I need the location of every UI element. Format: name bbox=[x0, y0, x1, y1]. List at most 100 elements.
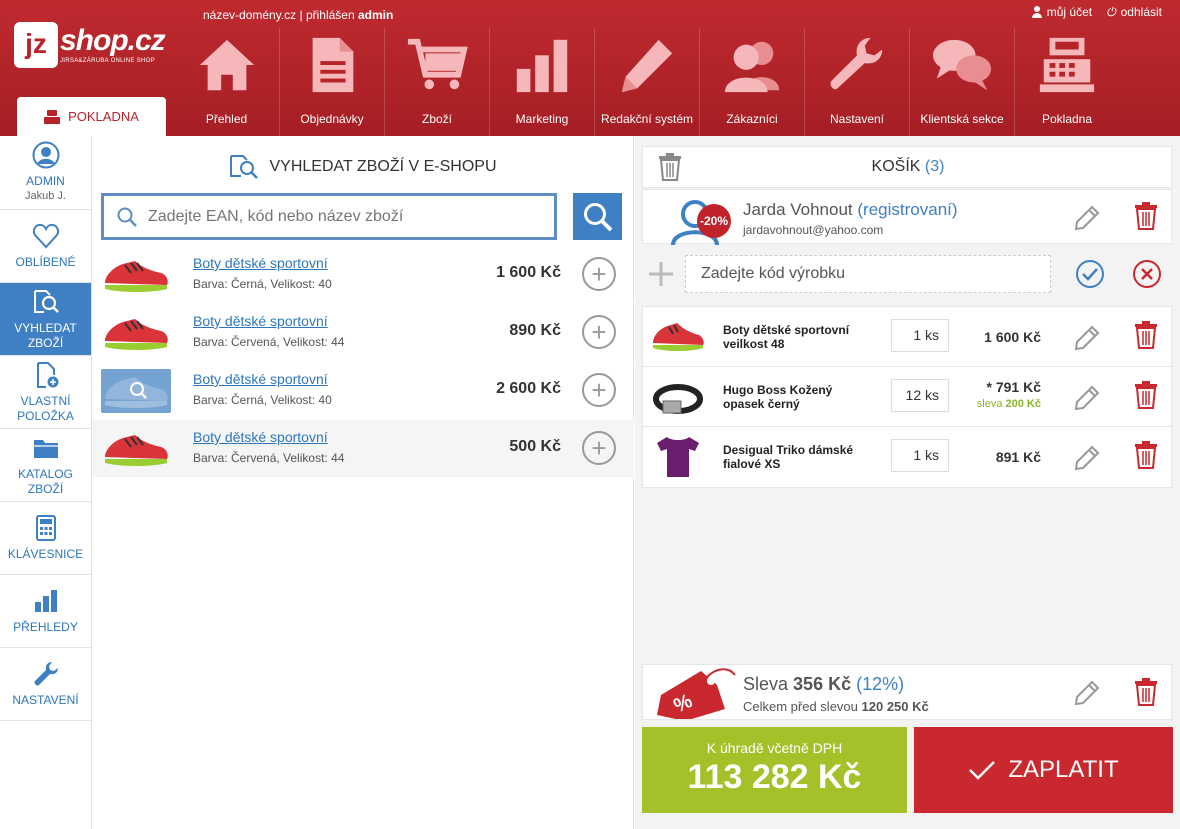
nav-zbozi[interactable]: Zboží bbox=[384, 28, 489, 136]
sidebar-item-vyhledat-zbozi[interactable]: VYHLEDAT ZBOŽÍ bbox=[0, 283, 91, 356]
search-title: VYHLEDAT ZBOŽÍ V E-SHOPU bbox=[92, 154, 634, 180]
total-amount: 113 282 Kč bbox=[687, 758, 862, 796]
quantity-field[interactable]: 1 ks bbox=[891, 319, 949, 352]
top-header: jz shop.cz JIRSA&ZÁRUBA ONLINE SHOP náze… bbox=[0, 0, 1180, 136]
plus-icon: + bbox=[591, 375, 607, 405]
sidebar-item-label: OBLÍBENÉ bbox=[15, 255, 76, 269]
admin-name: Jakub J. bbox=[25, 190, 66, 202]
shoe-image bbox=[105, 261, 168, 292]
delete-trash-icon[interactable] bbox=[1134, 678, 1158, 706]
sidebar-item-vlastni-polozka[interactable]: VLASTNÍ POLOŽKA bbox=[0, 356, 91, 429]
edit-pencil-icon[interactable] bbox=[1073, 679, 1101, 707]
sidebar-item-klavesnice[interactable]: KLÁVESNICE bbox=[0, 502, 91, 575]
product-code-input[interactable]: Zadejte kód výrobku bbox=[685, 255, 1051, 293]
edit-pencil-icon[interactable] bbox=[1073, 324, 1101, 352]
checkmark-icon bbox=[969, 761, 996, 780]
delete-trash-icon[interactable] bbox=[1134, 202, 1158, 230]
product-name-link[interactable]: Boty dětské sportovní bbox=[193, 371, 328, 387]
result-row[interactable]: Boty dětské sportovní Barva: Červená, Ve… bbox=[92, 304, 634, 362]
delete-trash-icon[interactable] bbox=[1134, 321, 1158, 349]
nav-prehled[interactable]: Přehled bbox=[174, 28, 279, 136]
product-name-link[interactable]: Boty dětské sportovní bbox=[193, 255, 328, 271]
search-input[interactable] bbox=[148, 207, 538, 226]
quantity-field[interactable]: 1 ks bbox=[891, 439, 949, 472]
sidebar-item-katalog-zbozi[interactable]: KATALOG ZBOŽÍ bbox=[0, 429, 91, 502]
my-account-label: můj účet bbox=[1046, 5, 1093, 19]
my-account-link[interactable]: můj účet bbox=[1031, 5, 1093, 19]
sidebar-item-label: PŘEHLEDY bbox=[13, 620, 78, 634]
discount-row: % Sleva 356 Kč (12%) Celkem před slevou … bbox=[642, 664, 1172, 720]
pay-button[interactable]: ZAPLATIT bbox=[914, 727, 1173, 813]
product-name-link[interactable]: Boty dětské sportovní bbox=[193, 429, 328, 445]
logo-subtitle: JIRSA&ZÁRUBA ONLINE SHOP bbox=[60, 58, 155, 64]
nav-label: Zákazníci bbox=[726, 112, 778, 126]
sidebar-admin[interactable]: ADMIN Jakub J. bbox=[0, 136, 91, 210]
delete-trash-icon[interactable] bbox=[1134, 441, 1158, 469]
product-name-link[interactable]: Boty dětské sportovní bbox=[193, 313, 328, 329]
cart-item: Boty dětské sportovní veilkost 48 1 ks 1… bbox=[643, 307, 1171, 367]
jzshop-logo[interactable]: jz shop.cz JIRSA&ZÁRUBA ONLINE SHOP bbox=[14, 22, 166, 70]
customer-row: -20% Jarda Vohnout (registrovaní) jardav… bbox=[642, 189, 1172, 245]
add-to-cart-button[interactable]: + bbox=[582, 315, 616, 349]
result-row[interactable]: Boty dětské sportovní Barva: Černá, Veli… bbox=[92, 246, 634, 304]
user-circle-icon bbox=[32, 141, 59, 169]
nav-label: Pokladna bbox=[1041, 112, 1093, 126]
edit-pencil-icon[interactable] bbox=[1073, 444, 1101, 472]
product-code-row: Zadejte kód výrobku bbox=[642, 246, 1172, 301]
quantity-field[interactable]: 12 ks bbox=[891, 379, 949, 412]
search-product-icon bbox=[230, 155, 259, 179]
sidebar-item-oblibene[interactable]: OBLÍBENÉ bbox=[0, 210, 91, 283]
product-thumbnail[interactable] bbox=[101, 369, 171, 413]
cash-register-icon bbox=[1039, 37, 1095, 93]
sidebar-item-label: POLOŽKA bbox=[17, 408, 74, 423]
nav-klientska-sekce[interactable]: Klientská sekce bbox=[909, 28, 1014, 136]
calculator-icon bbox=[35, 515, 56, 541]
confirm-check-icon[interactable] bbox=[1075, 259, 1105, 289]
cancel-x-icon[interactable] bbox=[1132, 259, 1162, 289]
sidebar-item-prehledy[interactable]: PŘEHLEDY bbox=[0, 575, 91, 648]
logged-user: admin bbox=[357, 8, 394, 22]
wrench-icon bbox=[830, 37, 883, 90]
nav-pokladna[interactable]: Pokladna bbox=[1014, 28, 1119, 136]
nav-redakcni-system[interactable]: Redakční systém bbox=[594, 28, 699, 136]
cart-count: (3) bbox=[924, 158, 945, 175]
cart-item-discount: sleva 200 Kč bbox=[977, 398, 1041, 410]
product-search-panel: VYHLEDAT ZBOŽÍ V E-SHOPU Boty dětské spo… bbox=[92, 136, 634, 829]
bar-chart-icon bbox=[516, 39, 568, 93]
add-to-cart-button[interactable]: + bbox=[582, 373, 616, 407]
tab-pokladna[interactable]: POKLADNA bbox=[17, 97, 166, 136]
add-to-cart-button[interactable]: + bbox=[582, 257, 616, 291]
admin-label: ADMIN bbox=[26, 174, 65, 188]
sidebar-item-label: VLASTNÍ bbox=[20, 393, 71, 408]
customer-discount-badge: -20% bbox=[697, 204, 731, 238]
add-to-cart-button[interactable]: + bbox=[582, 431, 616, 465]
product-price: 1 600 Kč bbox=[496, 264, 561, 281]
logout-link[interactable]: ⏻ odhlásit bbox=[1106, 5, 1162, 19]
discount-summary: Sleva 356 Kč (12%) bbox=[743, 674, 904, 695]
nav-objednavky[interactable]: Objednávky bbox=[279, 28, 384, 136]
sidebar-item-nastaveni[interactable]: NASTAVENÍ bbox=[0, 648, 91, 721]
plus-icon: + bbox=[591, 317, 607, 347]
nav-nastaveni[interactable]: Nastavení bbox=[804, 28, 909, 136]
nav-zakaznici[interactable]: Zákazníci bbox=[699, 28, 804, 136]
edit-pencil-icon[interactable] bbox=[1073, 204, 1101, 232]
sidebar-item-label: KATALOG bbox=[18, 466, 73, 481]
discount-tag-icon: % bbox=[657, 668, 736, 719]
result-row[interactable]: Boty dětské sportovní Barva: Černá, Veli… bbox=[92, 362, 634, 420]
result-row[interactable]: Boty dětské sportovní Barva: Červená, Ve… bbox=[92, 420, 634, 478]
edit-pencil-icon[interactable] bbox=[1073, 384, 1101, 412]
search-box bbox=[101, 193, 557, 240]
cart-items: Boty dětské sportovní veilkost 48 1 ks 1… bbox=[642, 306, 1172, 488]
nav-marketing[interactable]: Marketing bbox=[489, 28, 594, 136]
search-button[interactable] bbox=[573, 193, 622, 240]
main-nav: Přehled Objednávky Zboží Marketing Redak… bbox=[174, 28, 1119, 136]
delete-trash-icon[interactable] bbox=[1134, 381, 1158, 409]
belt-image bbox=[653, 384, 703, 414]
pencil-icon bbox=[621, 39, 673, 93]
cart-item: Hugo Boss Kožený opasek černý 12 ks * 79… bbox=[643, 367, 1171, 427]
search-results: Boty dětské sportovní Barva: Černá, Veli… bbox=[92, 246, 634, 478]
left-sidebar: ADMIN Jakub J. OBLÍBENÉ VYHLEDAT ZBOŽÍ V… bbox=[0, 136, 92, 829]
document-icon bbox=[312, 37, 354, 93]
sidebar-item-label: ZBOŽÍ bbox=[27, 335, 64, 350]
before-discount-label: Celkem před slevou bbox=[743, 699, 858, 714]
